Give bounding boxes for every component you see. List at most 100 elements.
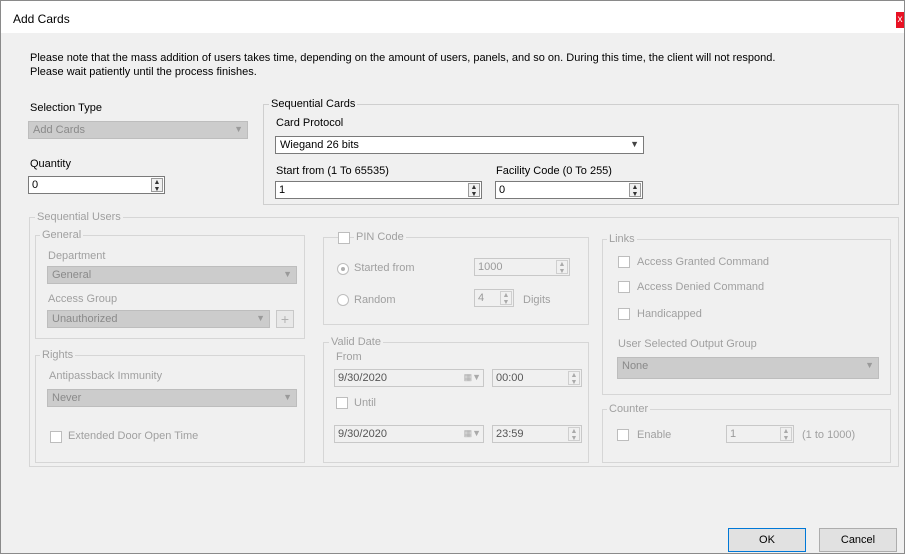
sequential-cards-group: Sequential Cards Card Protocol Wiegand 2… bbox=[263, 98, 899, 205]
quantity-label: Quantity bbox=[30, 158, 71, 170]
pin-code-checkbox[interactable] bbox=[338, 232, 350, 244]
chevron-down-icon: ▼ bbox=[865, 360, 874, 370]
department-select[interactable]: General ▼ bbox=[47, 266, 297, 284]
started-from-stepper[interactable]: 1000 ▲ ▼ bbox=[474, 258, 570, 276]
until-checkbox[interactable] bbox=[336, 397, 348, 409]
calendar-icon[interactable]: ▦▼ bbox=[464, 372, 481, 383]
facility-code-value: 0 bbox=[499, 184, 506, 196]
department-value: General bbox=[52, 269, 92, 281]
antipassback-value: Never bbox=[52, 392, 82, 404]
window-title: Add Cards bbox=[13, 12, 70, 26]
rights-title: Rights bbox=[40, 349, 76, 361]
valid-date-group: Valid Date From 9/30/2020 ▦▼ 00:00 ▲ ▼ Un… bbox=[323, 336, 589, 463]
extended-door-checkbox[interactable] bbox=[50, 431, 62, 443]
started-from-label: Started from bbox=[354, 262, 415, 274]
general-group: General Department General ▼ Access Grou… bbox=[35, 229, 305, 339]
facility-code-stepper[interactable]: 0 ▲ ▼ bbox=[495, 181, 643, 199]
until-time-stepper[interactable]: 23:59 ▲ ▼ bbox=[492, 425, 582, 443]
from-time-value: 00:00 bbox=[496, 372, 524, 384]
pin-code-group: PIN Code Started from 1000 ▲ ▼ Random 4 ▲… bbox=[323, 231, 589, 325]
counter-value: 1 bbox=[730, 428, 737, 440]
card-protocol-value: Wiegand 26 bits bbox=[280, 139, 359, 151]
chevron-down-icon: ▼ bbox=[283, 392, 292, 402]
sequential-cards-title: Sequential Cards bbox=[269, 98, 358, 110]
from-label: From bbox=[336, 351, 362, 363]
counter-title: Counter bbox=[607, 403, 651, 415]
chevron-down-icon: ▼ bbox=[234, 124, 243, 134]
access-denied-label: Access Denied Command bbox=[637, 281, 765, 293]
general-title: General bbox=[40, 229, 84, 241]
facility-code-label: Facility Code (0 To 255) bbox=[496, 165, 612, 177]
cancel-button[interactable]: Cancel bbox=[819, 528, 897, 552]
counter-stepper[interactable]: 1 ▲ ▼ bbox=[726, 425, 794, 443]
counter-group: Counter Enable 1 ▲ ▼ (1 to 1000) bbox=[602, 403, 891, 463]
access-denied-checkbox[interactable] bbox=[618, 281, 630, 293]
title-bar: Add Cards x bbox=[1, 1, 904, 33]
handicapped-checkbox[interactable] bbox=[618, 308, 630, 320]
sequential-users-title: Sequential Users bbox=[35, 211, 123, 223]
department-label: Department bbox=[48, 250, 106, 262]
links-group: Links Access Granted Command Access Deni… bbox=[602, 233, 891, 395]
extended-door-label: Extended Door Open Time bbox=[68, 430, 199, 442]
start-from-label: Start from (1 To 65535) bbox=[276, 165, 389, 177]
start-from-value: 1 bbox=[279, 184, 286, 196]
counter-range-label: (1 to 1000) bbox=[802, 429, 856, 441]
add-cards-dialog: Add Cards x Please note that the mass ad… bbox=[0, 0, 905, 554]
spin-arrows-icon[interactable]: ▲ ▼ bbox=[151, 178, 163, 193]
from-date-value: 9/30/2020 bbox=[338, 372, 387, 384]
selection-type-value: Add Cards bbox=[33, 124, 85, 136]
spin-arrows-icon[interactable]: ▲ ▼ bbox=[780, 427, 792, 442]
random-label: Random bbox=[354, 294, 396, 306]
links-title: Links bbox=[607, 233, 637, 245]
access-group-select[interactable]: Unauthorized ▼ bbox=[47, 310, 270, 328]
until-date-picker[interactable]: 9/30/2020 ▦▼ bbox=[334, 425, 484, 443]
chevron-down-icon: ▼ bbox=[256, 313, 265, 323]
from-time-stepper[interactable]: 00:00 ▲ ▼ bbox=[492, 369, 582, 387]
started-from-radio[interactable] bbox=[337, 263, 349, 275]
chevron-down-icon: ▼ bbox=[630, 139, 639, 149]
quantity-value: 0 bbox=[32, 179, 39, 191]
antipassback-label: Antipassback Immunity bbox=[49, 370, 163, 382]
random-radio[interactable] bbox=[337, 294, 349, 306]
spin-arrows-icon[interactable]: ▲ ▼ bbox=[629, 183, 641, 198]
access-granted-label: Access Granted Command bbox=[637, 256, 770, 268]
started-from-value: 1000 bbox=[478, 261, 503, 273]
digits-stepper[interactable]: 4 ▲ ▼ bbox=[474, 289, 514, 307]
rights-group: Rights Antipassback Immunity Never ▼ Ext… bbox=[35, 349, 305, 463]
pin-code-title: PIN Code bbox=[354, 231, 406, 243]
access-granted-checkbox[interactable] bbox=[618, 256, 630, 268]
digits-value: 4 bbox=[478, 292, 485, 304]
selection-type-select[interactable]: Add Cards ▼ bbox=[28, 121, 248, 139]
until-time-value: 23:59 bbox=[496, 428, 524, 440]
counter-enable-checkbox[interactable] bbox=[617, 429, 629, 441]
antipassback-select[interactable]: Never ▼ bbox=[47, 389, 297, 407]
mass-addition-note: Please note that the mass addition of us… bbox=[30, 52, 776, 78]
quantity-stepper[interactable]: 0 ▲ ▼ bbox=[28, 176, 165, 194]
handicapped-label: Handicapped bbox=[637, 308, 702, 320]
spin-arrows-icon[interactable]: ▲ ▼ bbox=[500, 291, 512, 306]
start-from-stepper[interactable]: 1 ▲ ▼ bbox=[275, 181, 482, 199]
access-group-label: Access Group bbox=[48, 293, 118, 305]
spin-arrows-icon[interactable]: ▲ ▼ bbox=[556, 260, 568, 275]
add-access-group-button[interactable]: + bbox=[276, 310, 294, 328]
output-group-value: None bbox=[622, 360, 649, 372]
ok-button[interactable]: OK bbox=[728, 528, 806, 552]
output-group-label: User Selected Output Group bbox=[618, 338, 757, 350]
counter-enable-label: Enable bbox=[637, 429, 672, 441]
until-label: Until bbox=[354, 397, 377, 409]
output-group-select[interactable]: None ▼ bbox=[617, 357, 879, 379]
selection-type-label: Selection Type bbox=[30, 102, 102, 114]
digits-label: Digits bbox=[523, 294, 551, 306]
access-group-value: Unauthorized bbox=[52, 313, 118, 325]
card-protocol-label: Card Protocol bbox=[276, 117, 344, 129]
spin-arrows-icon[interactable]: ▲ ▼ bbox=[468, 183, 480, 198]
card-protocol-select[interactable]: Wiegand 26 bits ▼ bbox=[275, 136, 644, 154]
from-date-picker[interactable]: 9/30/2020 ▦▼ bbox=[334, 369, 484, 387]
chevron-down-icon: ▼ bbox=[283, 269, 292, 279]
close-icon[interactable]: x bbox=[896, 12, 904, 28]
calendar-icon[interactable]: ▦▼ bbox=[464, 428, 481, 439]
valid-date-title: Valid Date bbox=[329, 336, 383, 348]
until-date-value: 9/30/2020 bbox=[338, 428, 387, 440]
spin-arrows-icon[interactable]: ▲ ▼ bbox=[568, 427, 580, 442]
spin-arrows-icon[interactable]: ▲ ▼ bbox=[568, 371, 580, 386]
